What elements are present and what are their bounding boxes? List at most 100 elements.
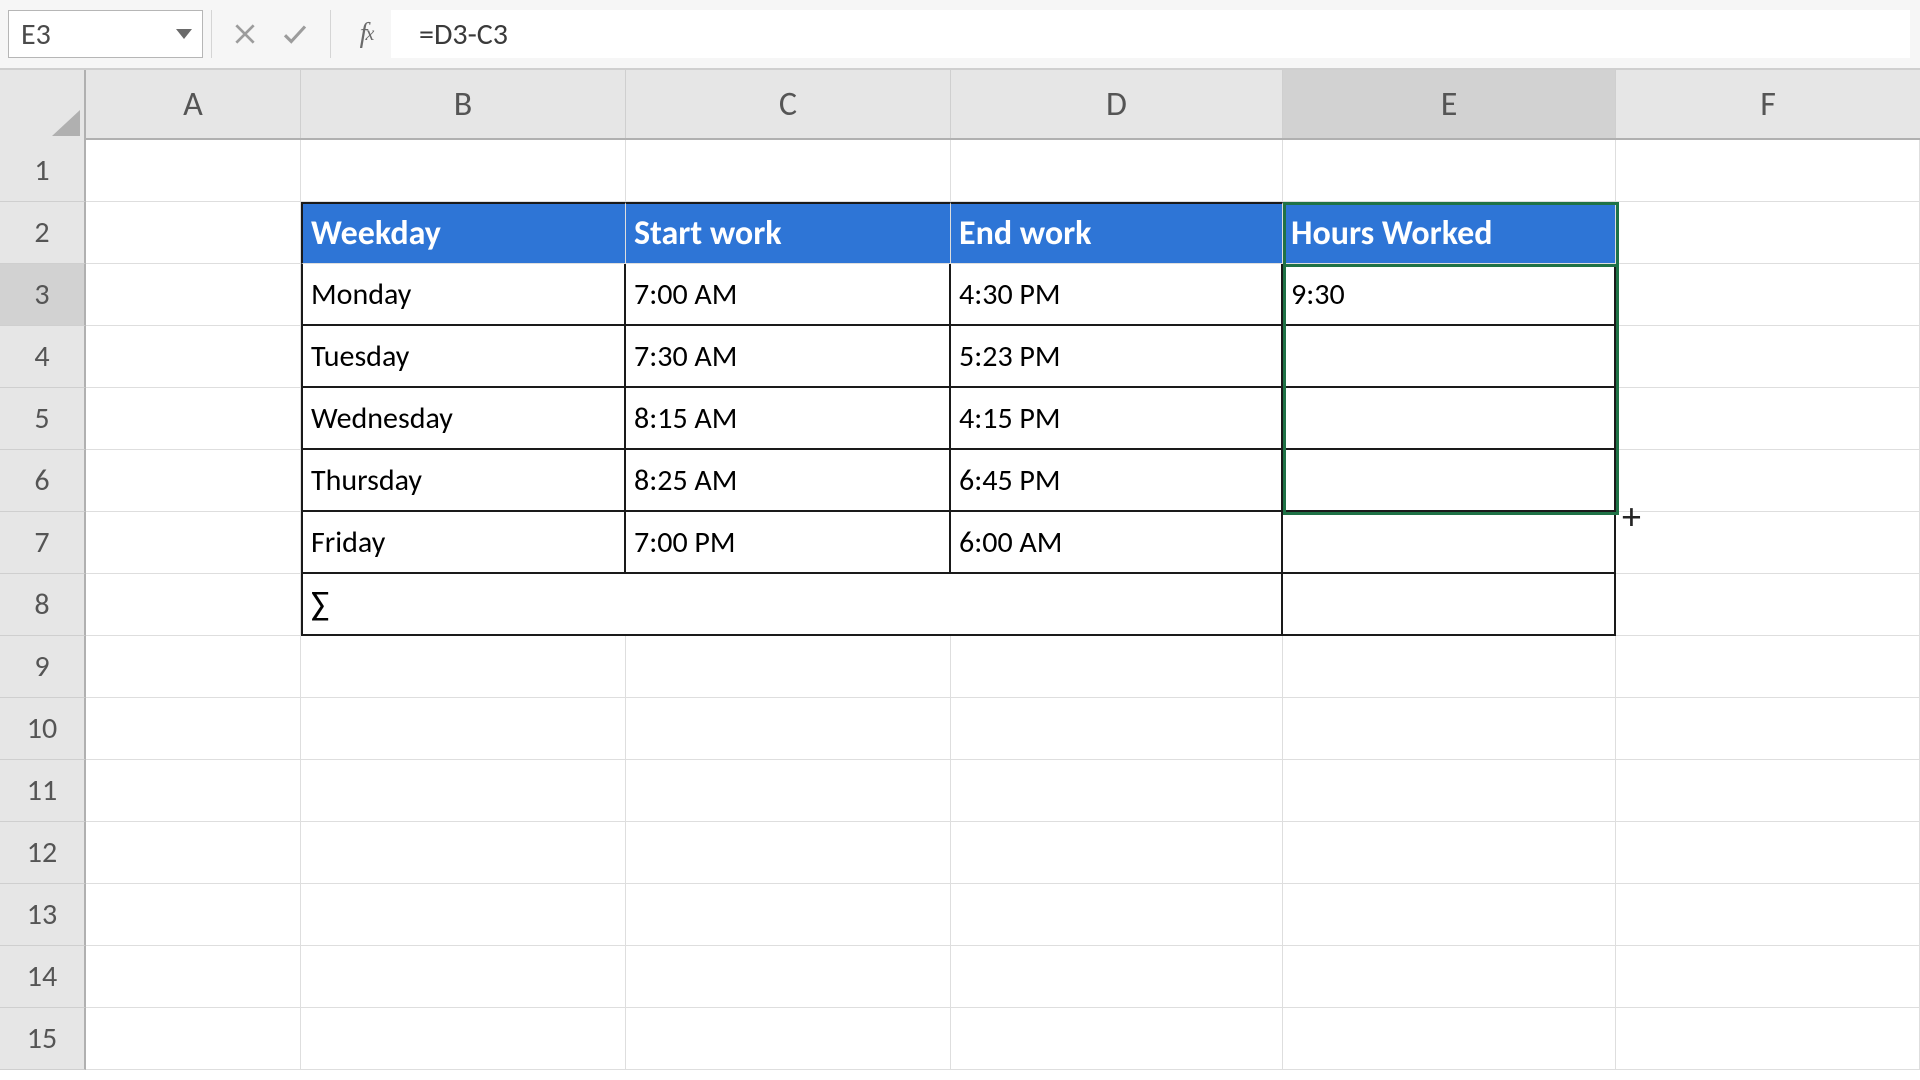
row-header-8[interactable]: 8 — [0, 574, 86, 636]
cell-D14[interactable] — [951, 946, 1283, 1008]
row-header-5[interactable]: 5 — [0, 388, 86, 450]
cell-C5[interactable]: 8:15 AM — [626, 388, 951, 450]
cell-C10[interactable] — [626, 698, 951, 760]
cell-E7[interactable] — [1283, 512, 1616, 574]
cell-B9[interactable] — [301, 636, 626, 698]
cell-D10[interactable] — [951, 698, 1283, 760]
cell-B13[interactable] — [301, 884, 626, 946]
row-header-14[interactable]: 14 — [0, 946, 86, 1008]
cell-B15[interactable] — [301, 1008, 626, 1070]
cell-C3[interactable]: 7:00 AM — [626, 264, 951, 326]
cell-E2[interactable]: Hours Worked — [1283, 202, 1616, 264]
select-all-corner[interactable] — [0, 70, 86, 140]
cell-F4[interactable] — [1616, 326, 1920, 388]
cell-F5[interactable] — [1616, 388, 1920, 450]
spreadsheet-grid[interactable]: A B C D E F 1 2 Weekday Start work End w… — [0, 70, 1920, 1080]
row-header-4[interactable]: 4 — [0, 326, 86, 388]
cell-A12[interactable] — [86, 822, 301, 884]
cell-A14[interactable] — [86, 946, 301, 1008]
cell-D15[interactable] — [951, 1008, 1283, 1070]
col-header-B[interactable]: B — [301, 70, 626, 138]
cell-E11[interactable] — [1283, 760, 1616, 822]
cell-F7[interactable] — [1616, 512, 1920, 574]
cell-F9[interactable] — [1616, 636, 1920, 698]
cell-D7[interactable]: 6:00 AM — [951, 512, 1283, 574]
cell-E12[interactable] — [1283, 822, 1616, 884]
col-header-D[interactable]: D — [951, 70, 1283, 138]
cell-B2[interactable]: Weekday — [301, 202, 626, 264]
cell-A9[interactable] — [86, 636, 301, 698]
cell-A15[interactable] — [86, 1008, 301, 1070]
cell-E13[interactable] — [1283, 884, 1616, 946]
row-header-15[interactable]: 15 — [0, 1008, 86, 1070]
row-header-9[interactable]: 9 — [0, 636, 86, 698]
cell-C11[interactable] — [626, 760, 951, 822]
cancel-icon[interactable] — [220, 10, 270, 58]
row-header-13[interactable]: 13 — [0, 884, 86, 946]
cell-E5[interactable] — [1283, 388, 1616, 450]
row-header-1[interactable]: 1 — [0, 140, 86, 202]
cell-C9[interactable] — [626, 636, 951, 698]
cell-F11[interactable] — [1616, 760, 1920, 822]
cell-F3[interactable] — [1616, 264, 1920, 326]
cell-F10[interactable] — [1616, 698, 1920, 760]
cell-F8[interactable] — [1616, 574, 1920, 636]
cell-A7[interactable] — [86, 512, 301, 574]
cell-E10[interactable] — [1283, 698, 1616, 760]
cell-B7[interactable]: Friday — [301, 512, 626, 574]
chevron-down-icon[interactable] — [176, 29, 192, 39]
cell-A4[interactable] — [86, 326, 301, 388]
cell-C2[interactable]: Start work — [626, 202, 951, 264]
row-header-3[interactable]: 3 — [0, 264, 86, 326]
cell-A8[interactable] — [86, 574, 301, 636]
row-header-6[interactable]: 6 — [0, 450, 86, 512]
formula-input[interactable]: =D3-C3 — [391, 10, 1910, 58]
cell-B11[interactable] — [301, 760, 626, 822]
cell-F12[interactable] — [1616, 822, 1920, 884]
cell-C14[interactable] — [626, 946, 951, 1008]
cell-C13[interactable] — [626, 884, 951, 946]
row-header-2[interactable]: 2 — [0, 202, 86, 264]
cell-D3[interactable]: 4:30 PM — [951, 264, 1283, 326]
cell-E3[interactable]: 9:30 — [1283, 264, 1616, 326]
cell-A10[interactable] — [86, 698, 301, 760]
cell-B5[interactable]: Wednesday — [301, 388, 626, 450]
cell-C7[interactable]: 7:00 PM — [626, 512, 951, 574]
cell-B14[interactable] — [301, 946, 626, 1008]
cell-F2[interactable] — [1616, 202, 1920, 264]
row-header-11[interactable]: 11 — [0, 760, 86, 822]
cell-B12[interactable] — [301, 822, 626, 884]
col-header-E[interactable]: E — [1283, 70, 1616, 138]
cell-A5[interactable] — [86, 388, 301, 450]
col-header-C[interactable]: C — [626, 70, 951, 138]
cell-C12[interactable] — [626, 822, 951, 884]
name-box[interactable]: E3 — [8, 10, 203, 58]
cell-A1[interactable] — [86, 140, 301, 202]
cell-D4[interactable]: 5:23 PM — [951, 326, 1283, 388]
cell-B8[interactable]: ∑ — [301, 574, 1283, 636]
cell-D2[interactable]: End work — [951, 202, 1283, 264]
row-header-10[interactable]: 10 — [0, 698, 86, 760]
cell-D9[interactable] — [951, 636, 1283, 698]
cell-D11[interactable] — [951, 760, 1283, 822]
cell-A13[interactable] — [86, 884, 301, 946]
cell-D13[interactable] — [951, 884, 1283, 946]
cell-F15[interactable] — [1616, 1008, 1920, 1070]
cell-B1[interactable] — [301, 140, 626, 202]
cell-B10[interactable] — [301, 698, 626, 760]
cell-B4[interactable]: Tuesday — [301, 326, 626, 388]
cell-D1[interactable] — [951, 140, 1283, 202]
accept-icon[interactable] — [270, 10, 320, 58]
cell-F14[interactable] — [1616, 946, 1920, 1008]
cell-A11[interactable] — [86, 760, 301, 822]
cell-A3[interactable] — [86, 264, 301, 326]
cell-B6[interactable]: Thursday — [301, 450, 626, 512]
cell-E14[interactable] — [1283, 946, 1616, 1008]
cell-C4[interactable]: 7:30 AM — [626, 326, 951, 388]
cell-A2[interactable] — [86, 202, 301, 264]
cell-D12[interactable] — [951, 822, 1283, 884]
row-header-12[interactable]: 12 — [0, 822, 86, 884]
cell-E4[interactable] — [1283, 326, 1616, 388]
col-header-F[interactable]: F — [1616, 70, 1920, 138]
cell-C1[interactable] — [626, 140, 951, 202]
